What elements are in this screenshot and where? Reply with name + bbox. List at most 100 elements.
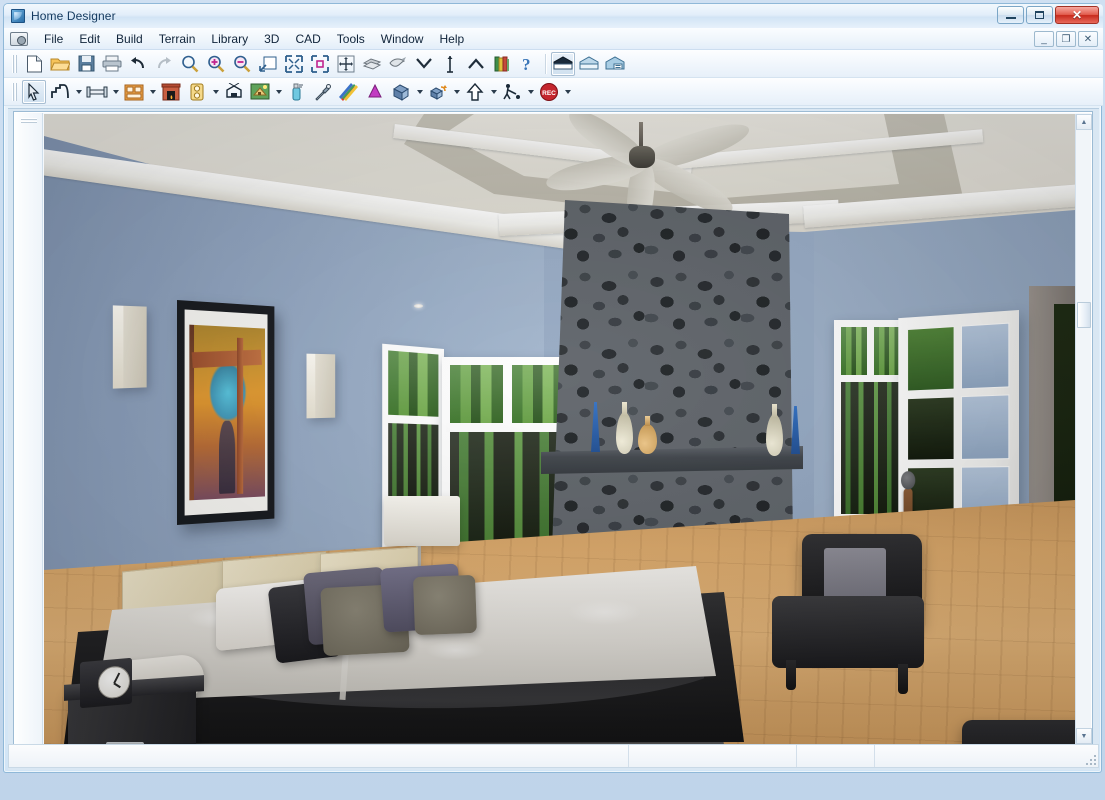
chevron-down-icon[interactable] <box>273 80 284 104</box>
fan-hub <box>629 146 655 168</box>
resize-grip[interactable] <box>1084 753 1096 765</box>
house-overview-button[interactable] <box>551 51 575 76</box>
chevron-down-icon[interactable] <box>147 80 158 104</box>
chevron-down-floor-button[interactable] <box>412 52 436 76</box>
wall-tools-button[interactable] <box>85 80 109 104</box>
reference-bird-button[interactable] <box>386 52 410 76</box>
menu-item-library[interactable]: Library <box>203 30 256 48</box>
rainbow-stripe-button[interactable] <box>337 80 361 104</box>
maximize-button[interactable] <box>1026 6 1053 24</box>
menu-item-terrain[interactable]: Terrain <box>151 30 204 48</box>
new-plan-button[interactable] <box>22 52 46 76</box>
window-controls: ✕ <box>997 6 1099 24</box>
toolbar-grip[interactable] <box>11 54 18 74</box>
chevron-down-icon[interactable] <box>451 80 462 104</box>
menu-item-help[interactable]: Help <box>431 30 472 48</box>
zoom-button[interactable] <box>178 52 202 76</box>
window-glass <box>450 365 503 423</box>
fill-window-button[interactable] <box>256 52 280 76</box>
minimize-button[interactable] <box>997 6 1024 24</box>
floor-lamp <box>384 496 460 546</box>
menu-item-window[interactable]: Window <box>373 30 432 48</box>
mdi-client-area: ▲ ▼ ◄ ► <box>8 108 1099 770</box>
3d-camera-view[interactable] <box>44 114 1075 744</box>
alarm-clock <box>80 657 132 709</box>
window-title: Home Designer <box>31 9 116 23</box>
mdi-minimize-button[interactable]: _ <box>1034 31 1054 47</box>
application-root: Home Designer ✕ File Edit Build Terrain … <box>0 0 1105 800</box>
library-books-button[interactable] <box>490 52 514 76</box>
chevron-down-icon[interactable] <box>110 80 121 104</box>
vase-gold <box>638 416 657 454</box>
toolbar-grip-2[interactable] <box>11 82 18 102</box>
menu-item-tools[interactable]: Tools <box>329 30 373 48</box>
armchair-right <box>942 720 1075 744</box>
arrow-cursor-button[interactable] <box>22 79 46 104</box>
pan-move-button[interactable] <box>334 52 358 76</box>
3d-rotate-button[interactable] <box>426 80 450 104</box>
up-arrow-outline-button[interactable] <box>463 80 487 104</box>
close-button[interactable]: ✕ <box>1055 6 1099 24</box>
scroll-up-button[interactable]: ▲ <box>1076 114 1092 130</box>
viewport-vertical-scrollbar[interactable]: ▲ ▼ <box>1075 114 1092 744</box>
house-framing-button[interactable] <box>577 52 601 76</box>
toolbar-grip-vertical[interactable] <box>21 117 37 124</box>
cabinet-button[interactable] <box>122 80 146 104</box>
framed-artwork <box>177 300 275 525</box>
walkthrough-button[interactable] <box>500 80 524 104</box>
3d-box-button[interactable] <box>389 80 413 104</box>
menu-item-cad[interactable]: CAD <box>287 30 328 48</box>
open-plan-button[interactable] <box>48 52 72 76</box>
mdi-window-controls: _ ❐ ✕ <box>1034 31 1098 47</box>
chevron-down-icon[interactable] <box>73 80 84 104</box>
menu-bar: File Edit Build Terrain Library 3D CAD T… <box>4 28 1103 50</box>
menu-item-edit[interactable]: Edit <box>71 30 108 48</box>
house-picture-button[interactable] <box>248 80 272 104</box>
svg-text:?: ? <box>522 55 531 73</box>
zoom-extents-button[interactable] <box>282 52 306 76</box>
menu-item-file[interactable]: File <box>36 30 71 48</box>
camera-plan-button[interactable] <box>222 80 246 104</box>
menu-item-build[interactable]: Build <box>108 30 151 48</box>
chevron-down-icon[interactable] <box>525 80 536 104</box>
save-plan-button[interactable] <box>74 52 98 76</box>
zoom-in-button[interactable] <box>204 52 228 76</box>
record-button[interactable]: REC <box>537 80 561 104</box>
chevron-down-icon[interactable] <box>488 80 499 104</box>
outlet-button[interactable] <box>185 80 209 104</box>
fireplace-button[interactable] <box>159 80 183 104</box>
spray-can-button[interactable] <box>285 80 309 104</box>
window-glass <box>841 327 867 375</box>
ceiling-fan <box>534 114 764 228</box>
camera-icon[interactable] <box>10 31 28 46</box>
cone-button[interactable] <box>363 80 387 104</box>
mdi-close-button[interactable]: ✕ <box>1078 31 1098 47</box>
chevron-down-icon[interactable] <box>562 80 573 104</box>
undo-button[interactable] <box>126 52 150 76</box>
left-vertical-toolbar[interactable] <box>15 113 43 758</box>
chevron-down-icon[interactable] <box>414 80 425 104</box>
question-mark-button[interactable]: ? <box>516 52 540 76</box>
vertical-scroll-thumb[interactable] <box>1077 302 1091 328</box>
print-button[interactable] <box>100 52 124 76</box>
door-pane <box>960 394 1010 461</box>
wall-sconce-left <box>112 305 147 389</box>
stairs-ramp-button[interactable] <box>48 80 72 104</box>
zoom-selection-button[interactable] <box>308 52 332 76</box>
zoom-out-button[interactable] <box>230 52 254 76</box>
redo-button[interactable] <box>152 52 176 76</box>
fan-downrod <box>639 122 643 148</box>
scroll-down-button[interactable]: ▼ <box>1076 728 1092 744</box>
current-floor-button[interactable] <box>438 52 462 76</box>
menu-item-3d[interactable]: 3D <box>256 30 287 48</box>
chevron-down-icon[interactable] <box>210 80 221 104</box>
floor-down-button[interactable] <box>360 52 384 76</box>
accent-pillow <box>413 574 477 636</box>
mdi-restore-button[interactable]: ❐ <box>1056 31 1076 47</box>
chevron-up-floor-button[interactable] <box>464 52 488 76</box>
house-elevation-button[interactable] <box>603 52 627 76</box>
eyedropper-button[interactable] <box>311 80 335 104</box>
plan-document-window: ▲ ▼ ◄ ► <box>13 111 1093 766</box>
title-bar[interactable]: Home Designer ✕ <box>4 4 1103 28</box>
rendered-scene <box>44 114 1075 744</box>
